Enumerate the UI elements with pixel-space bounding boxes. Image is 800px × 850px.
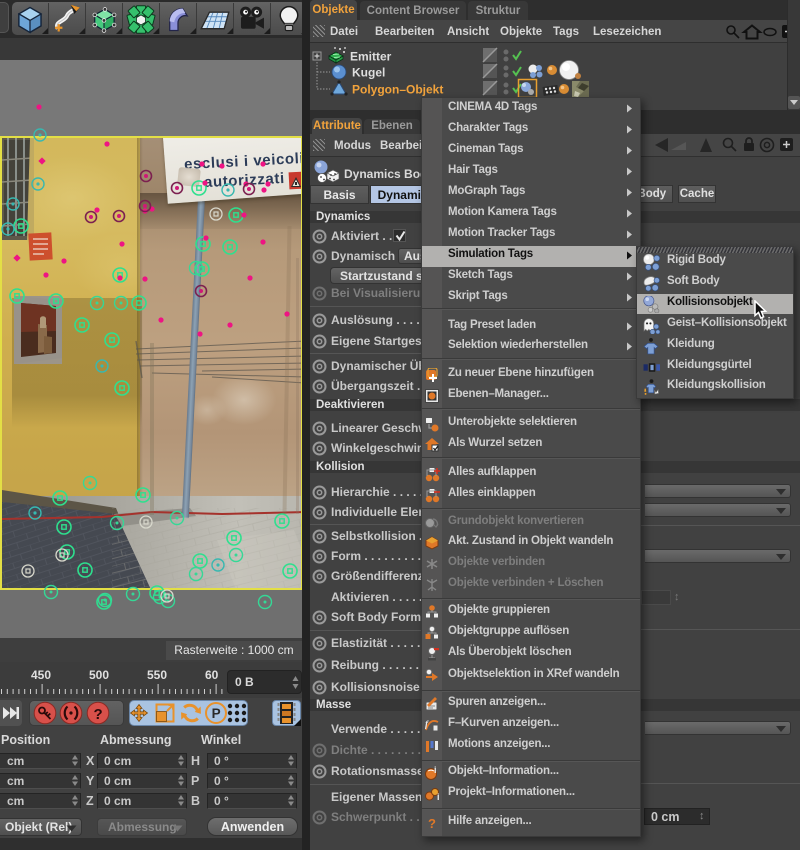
svg-text:i: i <box>437 792 440 802</box>
svg-text:P: P <box>212 706 221 721</box>
svg-text:?: ? <box>94 706 103 723</box>
svg-text:?: ? <box>428 816 436 831</box>
svg-text:i: i <box>434 766 437 775</box>
